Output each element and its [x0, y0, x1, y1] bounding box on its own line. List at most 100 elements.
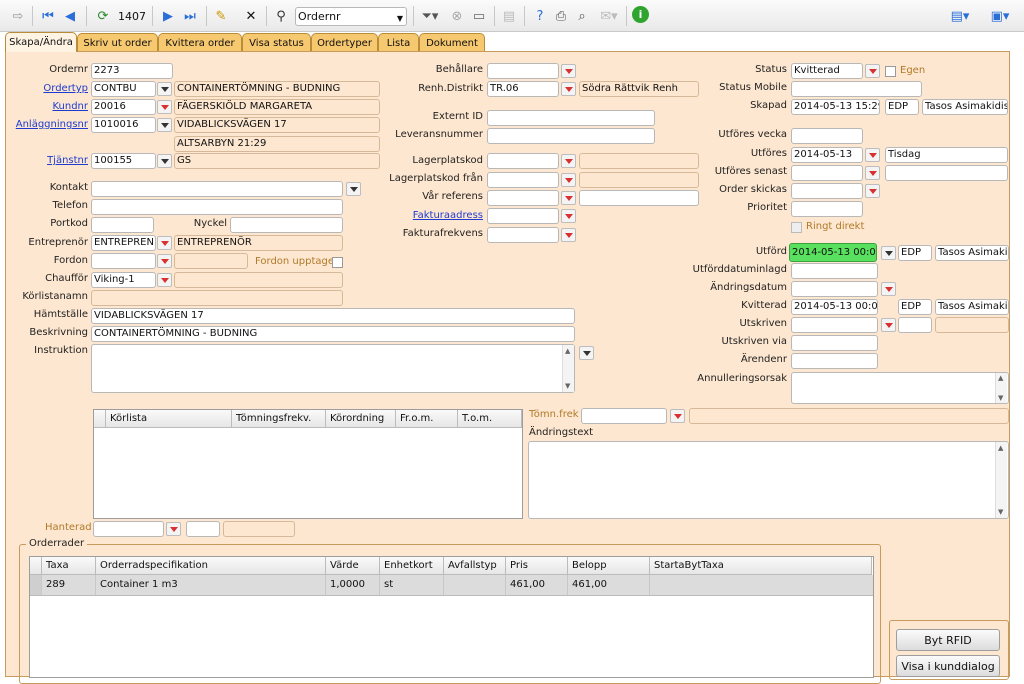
tomn-frek-dropdown[interactable] [670, 409, 685, 423]
tab-lista[interactable]: Lista [378, 33, 419, 52]
instruktion-dropdown[interactable] [579, 346, 594, 360]
fakturaadress-dropdown[interactable] [561, 209, 576, 223]
window-icon[interactable]: ▭ [470, 6, 488, 26]
fakturafrekvens-dropdown[interactable] [561, 228, 576, 242]
utfores-dropdown[interactable] [865, 148, 880, 162]
info-icon[interactable]: i [632, 6, 649, 23]
chevron-down-icon[interactable]: ▼ [394, 8, 406, 28]
utskriven-field[interactable] [791, 317, 878, 333]
tjanstnr-link[interactable]: Tjänstnr [6, 153, 88, 169]
utfores-senast-dropdown[interactable] [865, 166, 880, 180]
utforddatuminlagd-field[interactable] [791, 263, 878, 279]
utfores-senast-field[interactable] [791, 165, 863, 181]
ordertyp-link[interactable]: Ordertyp [6, 81, 88, 97]
utfores-vecka-field[interactable] [791, 128, 863, 144]
print-icon[interactable]: ⎙ [552, 6, 570, 26]
column-header[interactable]: Körordning [326, 410, 396, 428]
orderrader-grid[interactable]: Taxa Orderradspecifikation Värde Enhetko… [29, 556, 874, 678]
tab-skapa-andra[interactable]: Skapa/Ändra [5, 32, 77, 52]
andringsdatum-dropdown[interactable] [881, 282, 896, 296]
column-header[interactable]: Avfallstyp [444, 557, 506, 575]
kontakt-field[interactable] [91, 181, 343, 197]
hamtstalle-field[interactable]: VIDABLICKSVÄGEN 17 [91, 308, 575, 324]
korlista-grid[interactable]: Körlista Tömningsfrekv. Körordning Fr.o.… [93, 409, 523, 519]
annulleringsorsak-scrollbar[interactable]: ▲ ▼ [995, 373, 1007, 403]
utfores-day[interactable]: Tisdag [885, 147, 1008, 163]
kundnr-field[interactable]: 20016 [91, 99, 156, 115]
first-record-icon[interactable]: ⏮ [40, 6, 56, 26]
skapad-field[interactable]: 2014-05-13 15:29 [791, 99, 880, 115]
portkod-field[interactable] [91, 217, 154, 233]
kvitterad-name[interactable]: Tasos Asimakic [935, 299, 1009, 315]
utskriven-dropdown[interactable] [881, 318, 896, 332]
fakturaadress-field[interactable] [487, 208, 559, 224]
chauffor-dropdown[interactable] [157, 273, 172, 287]
cell-pris[interactable]: 461,00 [506, 575, 568, 595]
column-header[interactable]: Tömningsfrekv. [232, 410, 326, 428]
utford-field[interactable]: 2014-05-13 00:00 [789, 243, 877, 262]
attach-icon[interactable]: ▤ [500, 6, 518, 26]
tab-ordertyper[interactable]: Ordertyper [311, 33, 378, 52]
fordon-field[interactable] [91, 253, 156, 269]
column-header[interactable]: Taxa [42, 557, 96, 575]
andringsdatum-field[interactable] [791, 281, 878, 297]
fakturafrekvens-field[interactable] [487, 227, 559, 243]
cell-belopp[interactable]: 461,00 [568, 575, 650, 595]
next-record-icon[interactable]: ▶ [160, 6, 176, 26]
status-field[interactable]: Kvitterad [791, 63, 863, 79]
column-header[interactable]: Pris [506, 557, 568, 575]
renh-distrikt-field[interactable]: TR.06 [487, 81, 559, 97]
mail-icon[interactable]: ✉▾ [596, 6, 622, 26]
instruktion-scrollbar[interactable]: ▲ ▼ [562, 345, 574, 392]
externt-id-field[interactable] [487, 110, 655, 126]
beskrivning-field[interactable]: CONTAINERTÖMNING - BUDNING [91, 326, 575, 342]
utskriven-via-field[interactable] [791, 335, 878, 351]
order-skickas-field[interactable] [791, 183, 863, 199]
entreprenor-field[interactable]: ENTREPREN [91, 235, 156, 251]
previous-record-icon[interactable]: ◀ [62, 6, 78, 26]
utfores-field[interactable]: 2014-05-13 [791, 147, 863, 163]
ordertyp-field[interactable]: CONTBU [91, 81, 156, 97]
arendenr-field[interactable] [791, 353, 878, 369]
ordernr-field[interactable]: 2273 [91, 63, 173, 79]
ordertyp-dropdown[interactable] [157, 82, 172, 96]
skapad-user[interactable]: EDP [885, 99, 919, 115]
cell-taxa[interactable]: 289 [42, 575, 96, 595]
kvitterad-user[interactable]: EDP [898, 299, 932, 315]
anlaggningsnr-dropdown[interactable] [157, 118, 172, 132]
column-header[interactable]: Enhetkort [380, 557, 444, 575]
tab-dokument[interactable]: Dokument [419, 33, 485, 52]
visa-i-kunddialog-button[interactable]: Visa i kunddialog [896, 655, 1000, 677]
column-header[interactable]: Värde [326, 557, 380, 575]
renh-distrikt-dropdown[interactable] [561, 82, 576, 96]
lagerplatskod-field[interactable] [487, 153, 559, 169]
tomn-frek-field[interactable] [581, 408, 667, 424]
cell-avfallstyp[interactable] [444, 575, 506, 595]
var-referens-name[interactable] [579, 190, 699, 206]
tab-skriv-ut-order[interactable]: Skriv ut order [77, 33, 158, 52]
telefon-field[interactable] [91, 199, 343, 215]
fordon-upptaget-checkbox[interactable] [332, 257, 343, 268]
behallare-field[interactable] [487, 63, 559, 79]
anlaggningsnr-field[interactable]: 1010016 [91, 117, 156, 133]
print-preview-icon[interactable]: ⌕ [573, 6, 591, 26]
export-icon[interactable]: ⇨ [8, 6, 28, 26]
cell-orderradspecifikation[interactable]: Container 1 m3 [96, 575, 326, 595]
last-record-icon[interactable]: ⏭ [182, 6, 198, 26]
order-skickas-dropdown[interactable] [865, 184, 880, 198]
cell-varde[interactable]: 1,0000 [326, 575, 380, 595]
lagerplatskod-fran-dropdown[interactable] [561, 173, 576, 187]
byt-rfid-button[interactable]: Byt RFID [896, 629, 1000, 651]
delete-icon[interactable]: ✕ [242, 6, 260, 26]
binoculars-icon[interactable]: ⚲ [272, 6, 290, 26]
utford-dropdown[interactable] [881, 246, 896, 260]
instruktion-textarea[interactable] [91, 344, 575, 393]
cell-enhetkort[interactable]: st [380, 575, 444, 595]
skapad-name[interactable]: Tasos Asimakidis [922, 99, 1008, 115]
tab-kvittera-order[interactable]: Kvittera order [158, 33, 242, 52]
hanterad-field[interactable] [93, 521, 164, 537]
column-header[interactable]: Körlista [106, 410, 232, 428]
column-header[interactable]: Orderradspecifikation [96, 557, 326, 575]
tab-visa-status[interactable]: Visa status [242, 33, 311, 52]
lagerplatskod-fran-field[interactable] [487, 172, 559, 188]
